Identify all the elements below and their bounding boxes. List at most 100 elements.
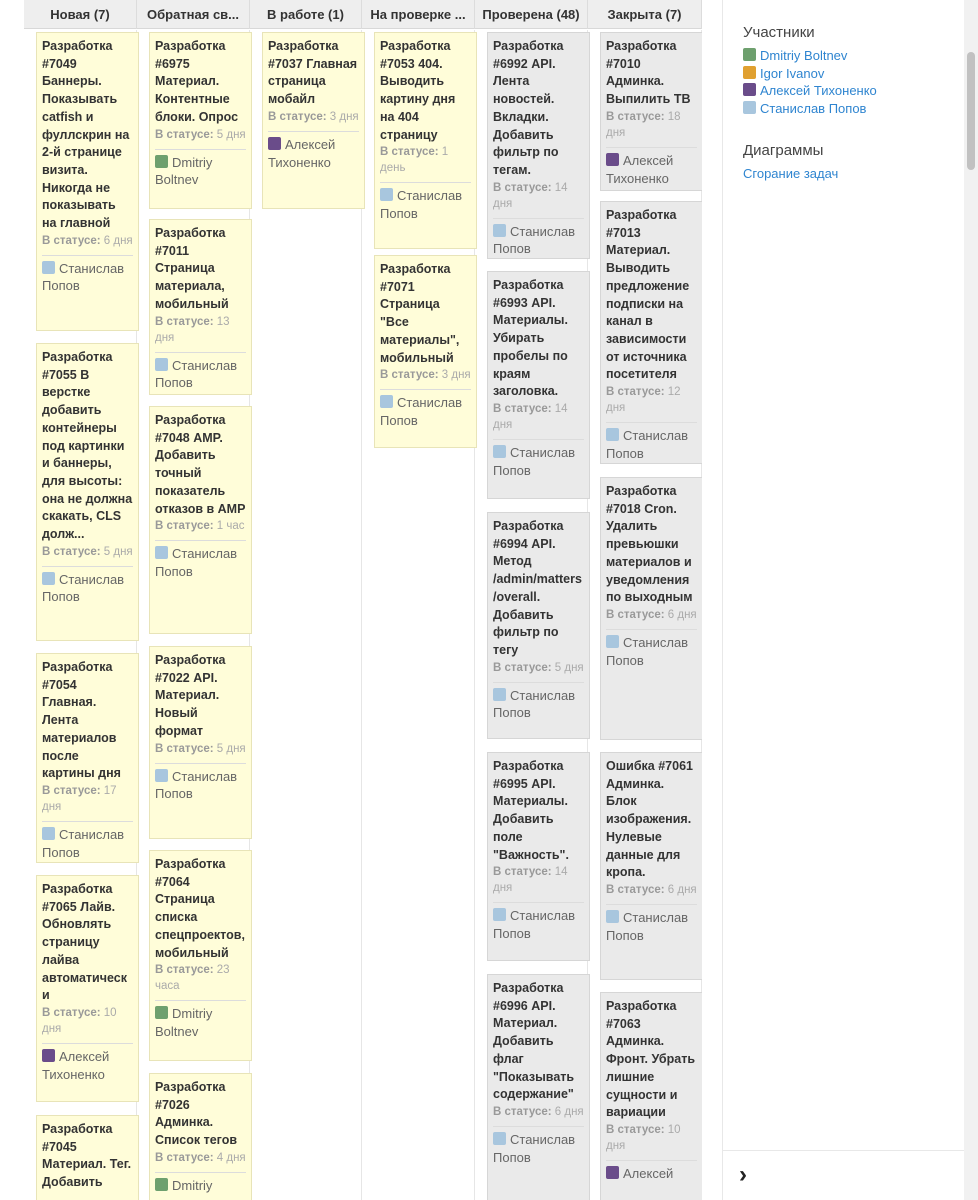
- column-header-feedback[interactable]: Обратная св...: [137, 0, 250, 29]
- task-title[interactable]: Разработка #7054 Главная. Лента материал…: [42, 659, 133, 783]
- task-card[interactable]: Разработка #7011 Страница материала, моб…: [149, 219, 252, 395]
- status-label: В статусе:: [42, 234, 101, 247]
- avatar-icon: [493, 223, 506, 237]
- task-title[interactable]: Разработка #6996 API. Материал. Добавить…: [493, 980, 584, 1104]
- task-title[interactable]: Разработка #7010 Админка. Выпилить ТВ: [606, 38, 697, 109]
- task-card[interactable]: Разработка #7010 Админка. Выпилить ТВ В с…: [600, 32, 702, 191]
- participant-link[interactable]: Алексей Тихоненко: [760, 83, 877, 98]
- board-column: Разработка #6992 API. Лента новостей. Вк…: [475, 30, 590, 1200]
- task-title[interactable]: Разработка #7064 Страница списка спецпро…: [155, 856, 246, 962]
- task-card[interactable]: Разработка #7055 В верстке добавить конт…: [36, 343, 139, 641]
- task-title[interactable]: Разработка #7055 В верстке добавить конт…: [42, 349, 133, 544]
- column-header-in-progress[interactable]: В работе (1): [250, 0, 362, 29]
- avatar-icon: [380, 188, 393, 202]
- task-assignee: Станислав Попов: [155, 545, 246, 580]
- task-card[interactable]: Разработка #7065 Лайв. Обновлять страниц…: [36, 875, 139, 1102]
- task-card[interactable]: Разработка #7048 AMP. Добавить точный по…: [149, 406, 252, 634]
- task-title[interactable]: Разработка #7048 AMP. Добавить точный по…: [155, 412, 246, 518]
- task-card[interactable]: Разработка #6996 API. Материал. Добавить…: [487, 974, 590, 1200]
- task-card[interactable]: Разработка #7018 Cron. Удалить превьюшки…: [600, 477, 702, 740]
- scrollbar-thumb[interactable]: [967, 52, 975, 170]
- status-label: В статусе:: [493, 402, 552, 415]
- status-value: 5 дня: [554, 661, 584, 674]
- task-title[interactable]: Разработка #7045 Материал. Тег. Добавить: [42, 1121, 133, 1192]
- task-title[interactable]: Разработка #6994 API. Метод /admin/matte…: [493, 518, 584, 660]
- task-title[interactable]: Разработка #7065 Лайв. Обновлять страниц…: [42, 881, 133, 1005]
- task-card[interactable]: Разработка #7022 API. Материал. Новый фо…: [149, 646, 252, 839]
- task-assignee: Алексей: [606, 1165, 697, 1183]
- task-card[interactable]: Разработка #7053 404. Выводить картину д…: [374, 32, 477, 249]
- status-value: 6 дня: [667, 883, 697, 896]
- task-title[interactable]: Разработка #6995 API. Материалы. Добавит…: [493, 758, 584, 864]
- task-card[interactable]: Ошибка #7061 Админка. Блок изображения. …: [600, 752, 702, 980]
- status-value: 5 дня: [216, 742, 246, 755]
- task-status-duration: В статусе: 10 дня: [42, 1005, 133, 1037]
- task-card[interactable]: Разработка #6992 API. Лента новостей. Вк…: [487, 32, 590, 259]
- task-title[interactable]: Разработка #7026 Админка. Список тегов: [155, 1079, 246, 1150]
- task-card[interactable]: Разработка #7045 Материал. Тег. Добавить: [36, 1115, 139, 1200]
- task-title[interactable]: Разработка #7037 Главная страница мобайл: [268, 38, 359, 109]
- task-title[interactable]: Ошибка #7061 Админка. Блок изображения. …: [606, 758, 697, 882]
- task-card[interactable]: Разработка #6993 API. Материалы. Убирать…: [487, 271, 590, 499]
- task-card[interactable]: Разработка #7013 Материал. Выводить пред…: [600, 201, 702, 464]
- task-assignee: Станислав Попов: [42, 826, 133, 861]
- task-title[interactable]: Разработка #7053 404. Выводить картину д…: [380, 38, 471, 144]
- task-assignee: Станислав Попов: [380, 187, 471, 222]
- task-title[interactable]: Разработка #7011 Страница материала, моб…: [155, 225, 246, 314]
- task-card[interactable]: Разработка #6975 Материал. Контентные бл…: [149, 32, 252, 209]
- avatar-icon: [606, 428, 619, 442]
- task-title[interactable]: Разработка #7013 Материал. Выводить пред…: [606, 207, 697, 384]
- task-card[interactable]: Разработка #7026 Админка. Список тегов В …: [149, 1073, 252, 1200]
- card-divider: [380, 389, 471, 391]
- status-label: В статусе:: [493, 661, 552, 674]
- task-title[interactable]: Разработка #6975 Материал. Контентные бл…: [155, 38, 246, 127]
- status-value: 4 дня: [216, 1151, 246, 1164]
- task-card[interactable]: Разработка #7063 Админка. Фронт. Убрать …: [600, 992, 702, 1200]
- board-column: Разработка #7049 Баннеры. Показывать cat…: [24, 30, 139, 1200]
- scrollbar[interactable]: [964, 0, 978, 1200]
- column-header-closed[interactable]: Закрыта (7): [588, 0, 702, 29]
- status-value: 5 дня: [103, 545, 133, 558]
- task-card[interactable]: Разработка #7064 Страница списка спецпро…: [149, 850, 252, 1061]
- status-label: В статусе:: [493, 1105, 552, 1118]
- task-title[interactable]: Разработка #6992 API. Лента новостей. Вк…: [493, 38, 584, 180]
- task-card[interactable]: Разработка #7049 Баннеры. Показывать cat…: [36, 32, 139, 331]
- column-header-new[interactable]: Новая (7): [24, 0, 137, 29]
- status-label: В статусе:: [606, 110, 665, 123]
- participant-link[interactable]: Станислав Попов: [760, 101, 866, 116]
- charts-heading: Диаграммы: [743, 142, 824, 159]
- participant-link[interactable]: Igor Ivanov: [760, 66, 824, 81]
- participant-link[interactable]: Dmitriy Boltnev: [760, 48, 847, 63]
- task-card[interactable]: Разработка #7054 Главная. Лента материал…: [36, 653, 139, 863]
- task-card[interactable]: Разработка #6994 API. Метод /admin/matte…: [487, 512, 590, 739]
- chevron-right-icon[interactable]: ›: [739, 1163, 747, 1187]
- card-divider: [42, 1042, 133, 1044]
- task-title[interactable]: Разработка #7071 Страница "Все материалы…: [380, 261, 471, 367]
- task-title[interactable]: Разработка #7022 API. Материал. Новый фо…: [155, 652, 246, 741]
- burndown-chart-link[interactable]: Сгорание задач: [743, 166, 838, 181]
- card-divider: [155, 762, 246, 764]
- column-header-in-review[interactable]: На проверке ...: [362, 0, 475, 29]
- card-divider: [493, 902, 584, 904]
- task-status-duration: В статусе: 3 дня: [268, 109, 359, 125]
- task-title[interactable]: Разработка #7049 Баннеры. Показывать cat…: [42, 38, 133, 233]
- task-status-duration: В статусе: 4 дня: [155, 1150, 246, 1166]
- status-label: В статусе:: [493, 866, 552, 879]
- avatar-icon: [743, 83, 756, 97]
- task-card[interactable]: Разработка #6995 API. Материалы. Добавит…: [487, 752, 590, 961]
- task-status-duration: В статусе: 5 дня: [155, 127, 246, 143]
- status-value: 6 дня: [103, 234, 133, 247]
- task-title[interactable]: Разработка #6993 API. Материалы. Убирать…: [493, 277, 584, 401]
- task-card[interactable]: Разработка #7037 Главная страница мобайл…: [262, 32, 365, 209]
- task-status-duration: В статусе: 10 дня: [606, 1122, 697, 1154]
- card-divider: [606, 422, 697, 424]
- avatar-icon: [493, 444, 506, 458]
- task-title[interactable]: Разработка #7018 Cron. Удалить превьюшки…: [606, 483, 697, 607]
- task-card[interactable]: Разработка #7071 Страница "Все материалы…: [374, 255, 477, 448]
- task-status-duration: В статусе: 18 дня: [606, 109, 697, 141]
- task-assignee: Dmitriy Boltnev: [155, 1005, 246, 1040]
- card-divider: [42, 565, 133, 567]
- avatar-icon: [155, 768, 168, 782]
- column-header-checked[interactable]: Проверена (48): [475, 0, 588, 29]
- task-title[interactable]: Разработка #7063 Админка. Фронт. Убрать …: [606, 998, 697, 1122]
